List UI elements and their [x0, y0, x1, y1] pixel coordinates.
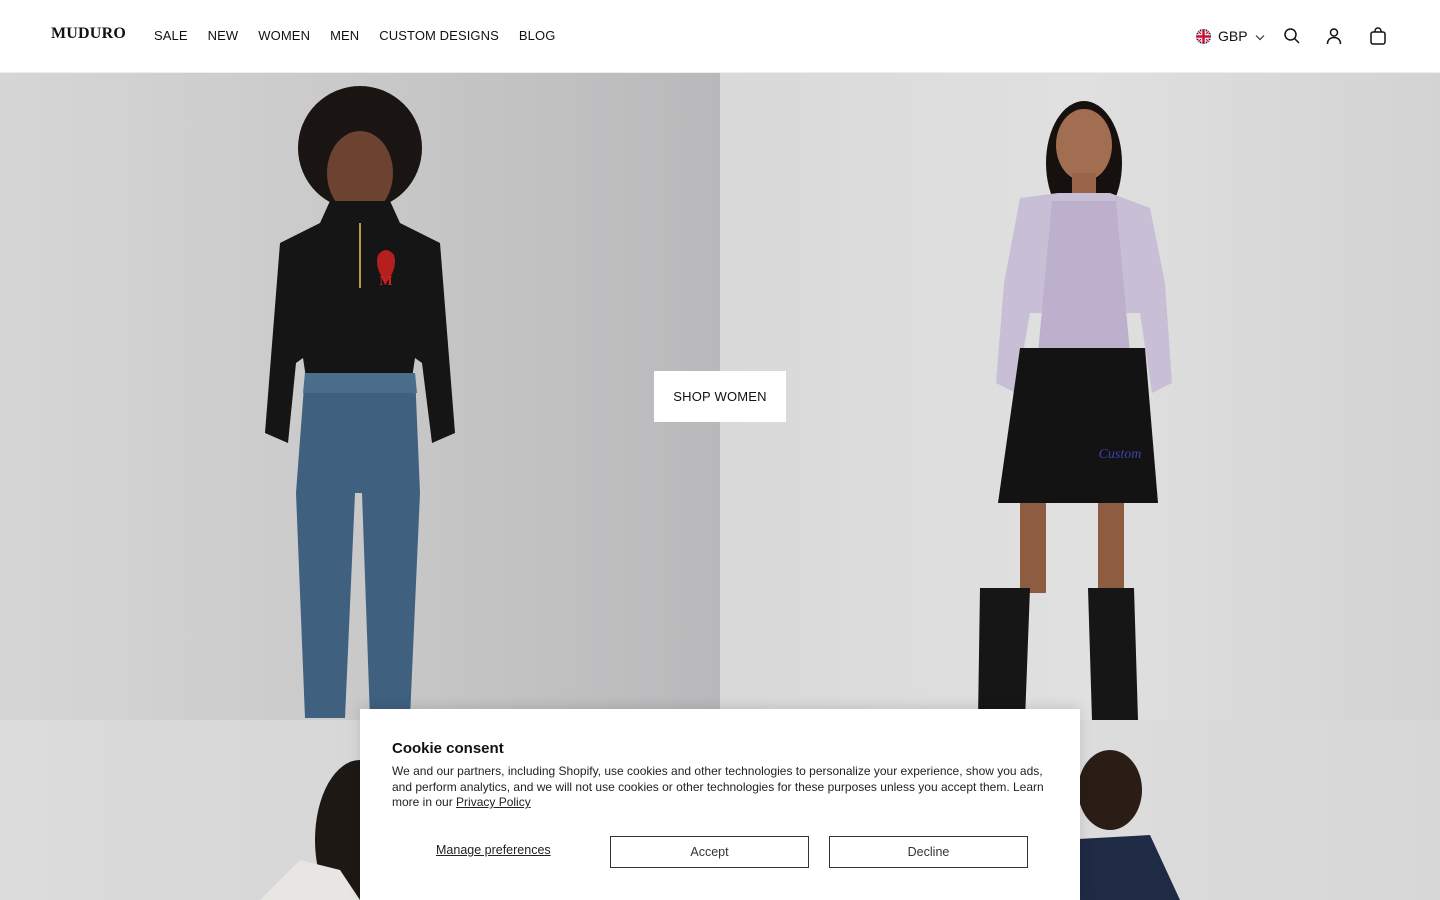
nav-item-men[interactable]: MEN — [330, 28, 359, 44]
currency-selector[interactable]: GBP — [1196, 28, 1265, 44]
chevron-down-icon — [1255, 28, 1265, 44]
account-icon[interactable] — [1325, 27, 1343, 45]
accept-button[interactable]: Accept — [610, 836, 809, 868]
search-icon[interactable] — [1283, 27, 1301, 45]
cart-bag-icon[interactable] — [1369, 27, 1387, 45]
currency-label: GBP — [1218, 28, 1248, 44]
nav-item-women[interactable]: WOMEN — [258, 28, 310, 44]
shop-women-button[interactable]: SHOP WOMEN — [654, 371, 786, 422]
model-illustration-right: Custom — [978, 101, 1172, 720]
nav-item-new[interactable]: NEW — [208, 28, 239, 44]
uk-flag-icon — [1196, 28, 1211, 44]
site-header: MUDURO SALE NEW WOMEN MEN CUSTOM DESIGNS… — [0, 0, 1440, 73]
hero-banner: M Custom SHOP WOMEN — [0, 73, 1440, 720]
nav-item-blog[interactable]: BLOG — [519, 28, 556, 44]
hero-image-right[interactable]: Custom — [720, 73, 1440, 720]
cookie-body: We and our partners, including Shopify, … — [392, 764, 1052, 811]
brand-logo[interactable]: MUDURO — [51, 25, 126, 43]
svg-text:M: M — [379, 274, 392, 289]
main-nav: SALE NEW WOMEN MEN CUSTOM DESIGNS BLOG — [154, 28, 575, 44]
nav-item-custom-designs[interactable]: CUSTOM DESIGNS — [379, 28, 499, 44]
cookie-consent-banner: Cookie consent We and our partners, incl… — [360, 709, 1080, 900]
privacy-policy-link[interactable]: Privacy Policy — [456, 795, 531, 809]
manage-preferences-link[interactable]: Manage preferences — [436, 843, 551, 857]
nav-item-sale[interactable]: SALE — [154, 28, 188, 44]
model-illustration-left: M — [265, 86, 455, 718]
hero-image-left[interactable]: M — [0, 73, 720, 720]
svg-text:Custom: Custom — [1099, 447, 1142, 462]
decline-button[interactable]: Decline — [829, 836, 1028, 868]
cookie-title: Cookie consent — [392, 740, 504, 757]
